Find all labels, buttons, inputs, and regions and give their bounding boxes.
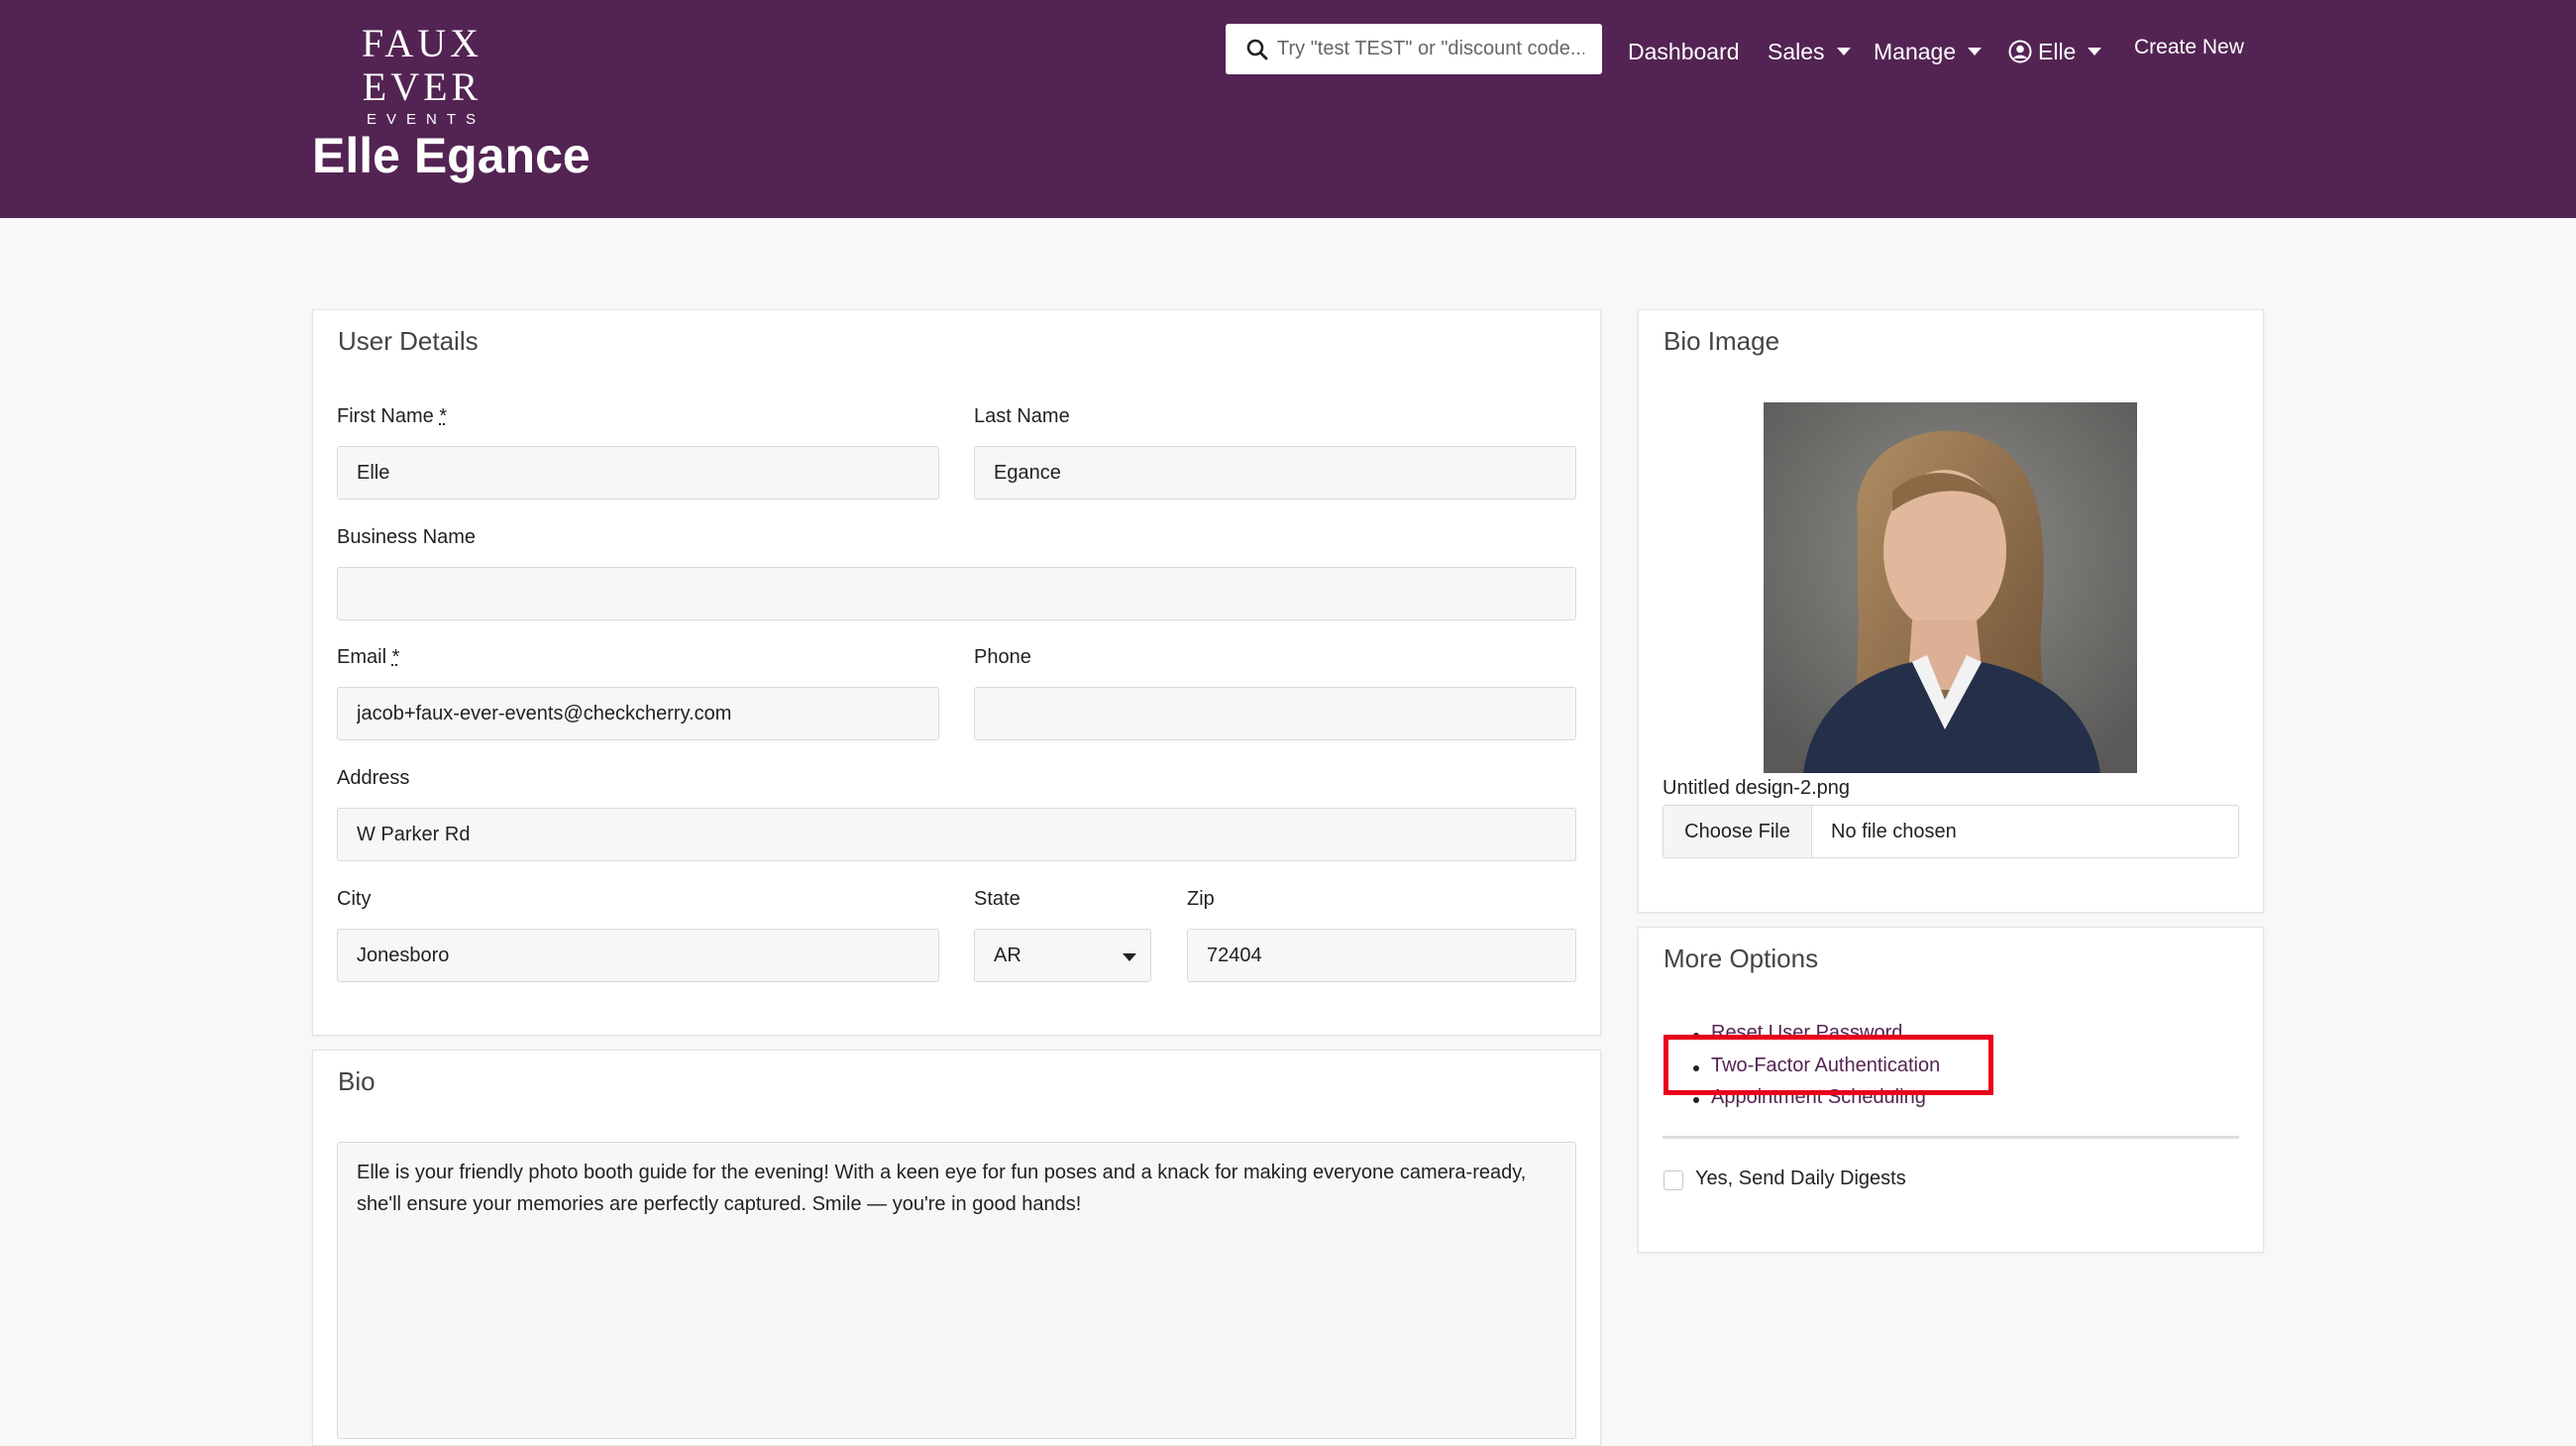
nav-manage-label: Manage — [1874, 38, 1957, 64]
required-marker: * — [391, 646, 400, 668]
address-field[interactable] — [337, 808, 1576, 861]
state-label: State — [974, 888, 1020, 910]
user-circle-icon — [2008, 40, 2032, 63]
search-input[interactable] — [1277, 38, 1584, 60]
chevron-down-icon — [1968, 48, 1983, 56]
phone-field[interactable] — [974, 687, 1576, 740]
highlight-box — [1664, 1035, 1993, 1095]
first-name-field[interactable] — [337, 446, 939, 500]
bio-image-title: Bio Image — [1664, 326, 1780, 356]
chevron-down-icon — [2088, 48, 2102, 56]
file-input[interactable]: Choose File No file chosen — [1663, 805, 2239, 858]
brand-logo[interactable]: FAUX EVER EVENTS — [312, 22, 532, 129]
phone-label: Phone — [974, 646, 1031, 668]
nav-sales-label: Sales — [1768, 38, 1825, 64]
email-field[interactable] — [337, 687, 939, 740]
last-name-label: Last Name — [974, 405, 1070, 427]
city-field[interactable] — [337, 929, 939, 982]
bio-textarea[interactable]: Elle is your friendly photo booth guide … — [337, 1142, 1576, 1439]
nav-dashboard[interactable]: Dashboard — [1628, 36, 1740, 67]
chevron-down-icon — [1836, 48, 1851, 56]
nav-manage[interactable]: Manage — [1874, 36, 1983, 67]
address-label: Address — [337, 767, 410, 789]
nav-user-menu[interactable]: Elle — [2008, 36, 2102, 67]
business-name-field[interactable] — [337, 567, 1576, 620]
last-name-field[interactable] — [974, 446, 1576, 500]
city-label: City — [337, 888, 372, 910]
more-options-title: More Options — [1664, 944, 1819, 973]
email-label-text: Email — [337, 646, 387, 668]
brand-name: FAUX EVER — [362, 21, 483, 109]
user-details-title: User Details — [338, 326, 479, 356]
email-label: Email * — [337, 646, 399, 669]
required-marker: * — [439, 405, 448, 427]
first-name-label: First Name * — [337, 405, 447, 428]
zip-field[interactable] — [1187, 929, 1576, 982]
nav-sales[interactable]: Sales — [1768, 36, 1851, 67]
daily-digest-label[interactable]: Yes, Send Daily Digests — [1695, 1168, 1906, 1190]
options-divider — [1663, 1136, 2239, 1139]
bio-image-filename: Untitled design-2.png — [1663, 777, 1851, 799]
list-bullet — [1693, 1097, 1699, 1103]
create-new-link[interactable]: Create New — [2134, 36, 2244, 59]
user-details-panel: User Details — [312, 309, 1601, 1036]
nav-dashboard-label: Dashboard — [1628, 38, 1740, 64]
search-icon — [1246, 39, 1268, 59]
choose-file-button[interactable]: Choose File — [1664, 806, 1812, 857]
bio-title: Bio — [338, 1066, 376, 1096]
page-title: Elle Egance — [312, 128, 590, 183]
state-value: AR — [994, 944, 1021, 966]
daily-digest-checkbox[interactable] — [1664, 1170, 1683, 1190]
business-name-label: Business Name — [337, 526, 477, 548]
nav-user-label: Elle — [2038, 38, 2077, 64]
file-status: No file chosen — [1831, 820, 1957, 842]
state-select[interactable]: AR — [974, 929, 1151, 982]
bio-photo — [1764, 402, 2137, 773]
first-name-label-text: First Name — [337, 405, 434, 427]
chevron-down-icon — [1123, 953, 1136, 961]
zip-label: Zip — [1187, 888, 1215, 910]
global-search[interactable] — [1226, 24, 1602, 74]
